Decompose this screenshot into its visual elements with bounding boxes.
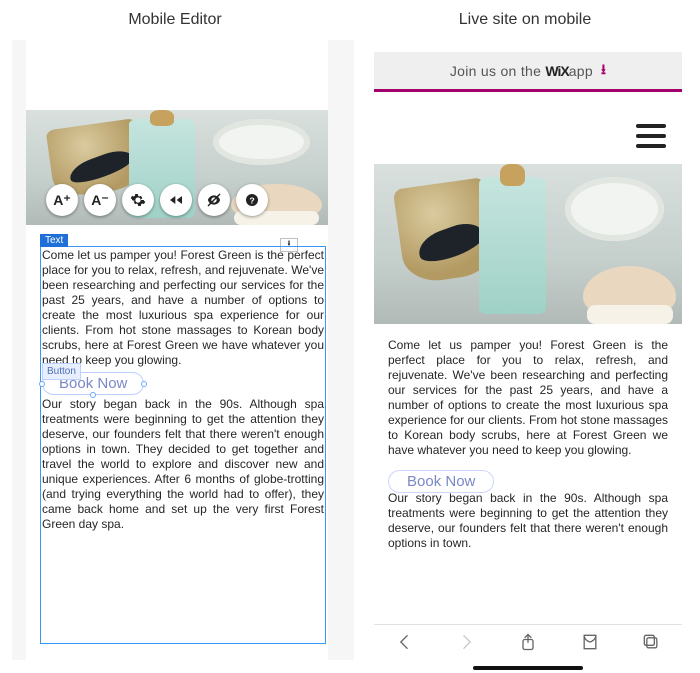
home-indicator	[473, 666, 583, 670]
hide-icon[interactable]	[198, 184, 230, 216]
live-phone: Join us on the WiXapp ⭳ Come let us pamp…	[374, 52, 682, 672]
book-now-button[interactable]: Book Now	[388, 470, 494, 493]
forward-icon[interactable]	[456, 632, 476, 657]
hamburger-icon[interactable]	[636, 124, 666, 148]
help-icon[interactable]: ?	[236, 184, 268, 216]
paragraph-2: Our story began back in the 90s. Althoug…	[388, 491, 668, 551]
gear-icon[interactable]	[122, 184, 154, 216]
label-live-site: Live site on mobile	[350, 11, 700, 29]
editor-toolbar: A⁺ A⁻ ?	[46, 184, 268, 216]
editor-body: Come let us pamper you! Forest Green is …	[42, 248, 324, 532]
back-icon[interactable]	[395, 632, 415, 657]
tabs-icon[interactable]	[641, 632, 661, 657]
wix-app-banner[interactable]: Join us on the WiXapp ⭳	[374, 52, 682, 92]
bookmarks-icon[interactable]	[580, 632, 600, 657]
paragraph-1: Come let us pamper you! Forest Green is …	[388, 338, 668, 458]
svg-text:?: ?	[249, 195, 254, 205]
selection-label-button: Button	[42, 363, 81, 380]
banner-post: app	[569, 63, 593, 79]
browser-toolbar	[374, 624, 682, 664]
live-body: Come let us pamper you! Forest Green is …	[388, 338, 668, 551]
rewind-icon[interactable]	[160, 184, 192, 216]
banner-pre: Join us on the	[450, 63, 546, 79]
selection-label: Text	[40, 234, 68, 247]
font-decrease-icon[interactable]: A⁻	[84, 184, 116, 216]
banner-brand: WiX	[545, 63, 568, 79]
button-selection[interactable]: Button Book Now	[42, 372, 144, 395]
download-icon[interactable]: ⭳	[601, 59, 606, 83]
label-mobile-editor: Mobile Editor	[0, 11, 350, 29]
paragraph-2[interactable]: Our story began back in the 90s. Althoug…	[42, 397, 324, 532]
share-icon[interactable]	[518, 632, 538, 657]
hero-image	[374, 164, 682, 324]
editor-viewport: A⁺ A⁻ ? Text ⭳	[12, 40, 354, 660]
font-increase-icon[interactable]: A⁺	[46, 184, 78, 216]
paragraph-1[interactable]: Come let us pamper you! Forest Green is …	[42, 248, 324, 368]
